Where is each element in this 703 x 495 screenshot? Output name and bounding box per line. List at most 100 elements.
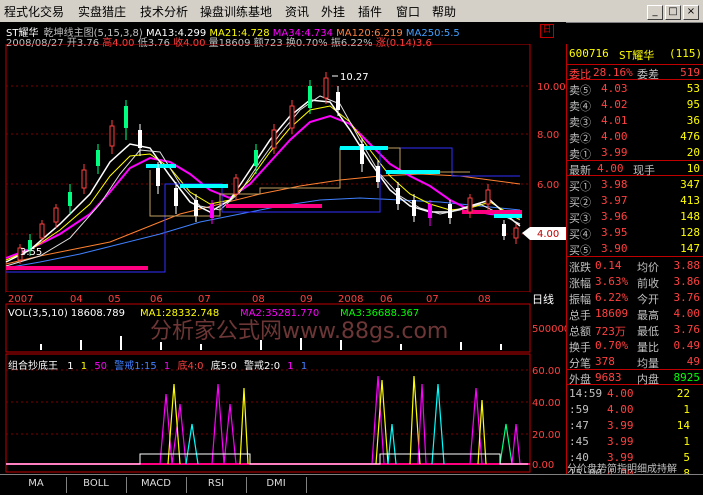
close-button[interactable]: × <box>683 5 699 20</box>
ind-v4: 1 <box>163 361 171 372</box>
stat-row: 涨跌 0.14 均价 3.88 <box>567 257 703 274</box>
buy-row: 买⑤ 3.90 147 <box>567 240 703 257</box>
stat-row: 总手 18609 最高 4.00 <box>567 305 703 322</box>
stat-value-2: 0.49 <box>673 339 701 352</box>
buy-row: 买④ 3.95 128 <box>567 224 703 241</box>
stat-row: 总额 723万 最低 3.76 <box>567 321 703 338</box>
tab-rsi[interactable]: RSI <box>186 478 246 489</box>
sell-row: 卖② 4.00 476 <box>567 128 703 145</box>
menu-plugin-ext[interactable]: 外挂 <box>321 3 345 20</box>
tick-time: :45 <box>569 435 589 448</box>
ind-v2: 1 <box>80 361 88 372</box>
tick-row: 14:59 4.00 22 <box>567 385 703 401</box>
stat-value-2: 3.76 <box>673 291 701 304</box>
waipan-value: 9683 <box>595 371 622 384</box>
buy-price: 3.97 <box>601 194 628 207</box>
buy-row: 买② 3.97 413 <box>567 192 703 209</box>
sell-price: 4.00 <box>601 130 628 143</box>
ind-v5: 1 <box>287 361 294 372</box>
time-axis-08: 08 <box>252 294 265 305</box>
menu-news[interactable]: 资讯 <box>285 3 309 20</box>
sell-row: 卖① 3.99 20 <box>567 144 703 161</box>
ind-v1: 1 <box>67 361 74 372</box>
tick-price: 3.99 <box>607 419 634 432</box>
min-price-label: 3.55 <box>20 247 42 258</box>
sell-volume: 53 <box>686 82 700 95</box>
buy-price: 3.96 <box>601 210 628 223</box>
stat-value-1: 18609 <box>595 307 629 320</box>
tab-boll[interactable]: BOLL <box>66 478 126 489</box>
menu-bar: 程式化交易 实盘猎庄 技术分析 操盘训练基地 资讯 外挂 插件 窗口 帮助 _ … <box>0 0 703 23</box>
time-axis-07b: 07 <box>426 294 439 305</box>
stat-value-2: 49 <box>686 355 700 368</box>
tick-volume: 1 <box>683 435 690 448</box>
menu-window[interactable]: 窗口 <box>396 3 420 20</box>
stock-num: (115) <box>669 47 703 60</box>
ind-header: 组合抄底王 1 1 50 警戒1:15 1 底4:0 底5:0 警戒2:0 1 … <box>8 357 307 372</box>
vol-ma2: MA2:35281.770 <box>240 308 319 319</box>
sell-row: 卖⑤ 4.03 53 <box>567 80 703 97</box>
vol-ma1: MA1:28332.748 <box>140 308 219 319</box>
menu-real-hunt[interactable]: 实盘猎庄 <box>78 3 126 20</box>
menu-help[interactable]: 帮助 <box>432 3 456 20</box>
stat-row: 分笔 378 均量 49 <box>567 353 703 370</box>
vol-axis-500000: 500000 <box>532 324 566 335</box>
tab-dmi[interactable]: DMI <box>246 478 306 489</box>
tick-volume: 14 <box>676 419 690 432</box>
tick-time: 14:59 <box>569 387 603 400</box>
stat-value-2: 3.76 <box>673 323 701 336</box>
buy-label: 买⑤ <box>569 244 591 257</box>
restore-button[interactable]: □ <box>665 5 681 20</box>
quote-panel: 600716 ST耀华 (115) 委比 28.16% 委差 519 卖⑤ 4.0… <box>566 44 703 480</box>
stats-block: 涨跌 0.14 均价 3.88 涨幅 3.63% 前收 3.86 振幅 6.22% 今开 3.76 总手… <box>567 256 703 370</box>
stat-value-2: 3.88 <box>673 259 701 272</box>
tab-ma[interactable]: MA <box>6 478 66 489</box>
tick-row: :47 3.99 14 <box>567 417 703 433</box>
time-axis-06b: 06 <box>380 294 393 305</box>
tick-volume: 1 <box>683 403 690 416</box>
watermark-text: 分析家公式网www.88gs.com <box>150 319 448 344</box>
buy-price: 3.95 <box>601 226 628 239</box>
panel-tabs[interactable]: 分价盘势简指明细成持解 <box>567 460 703 474</box>
xianshou-value: 10 <box>686 162 700 175</box>
tick-price: 3.99 <box>607 435 634 448</box>
sell-volume: 36 <box>686 114 700 127</box>
menu-plugins[interactable]: 插件 <box>358 3 382 20</box>
tick-price: 4.00 <box>607 387 634 400</box>
stat-value-2: 4.00 <box>673 307 701 320</box>
max-price-label: 10.27 <box>340 72 369 83</box>
price-axis-8: 8.00 <box>537 130 559 141</box>
time-axis-04: 04 <box>70 294 83 305</box>
period-label: 日线 <box>532 292 554 306</box>
sell-row: 卖④ 4.02 95 <box>567 96 703 113</box>
vol-header: VOL(3,5,10) 18608.789 <box>8 308 125 319</box>
current-price-marker: 4.00 <box>537 229 559 240</box>
menu-training[interactable]: 操盘训练基地 <box>200 3 272 20</box>
price-axis-6: 6.00 <box>537 180 559 191</box>
stat-value-1: 0.14 <box>595 259 622 272</box>
stat-value-1: 6.22% <box>595 291 629 304</box>
stat-value-1: 0.70% <box>595 339 629 352</box>
sell-volume: 476 <box>680 130 700 143</box>
minimize-button[interactable]: _ <box>647 5 663 20</box>
buy-book: 买① 3.98 347 买② 3.97 413 买③ 3.96 148 买④ 3.95 128 买⑤ 3.… <box>567 176 703 257</box>
buy-row: 买① 3.98 347 <box>567 176 703 193</box>
chart-area: 10.27 3.55 10.00 8.00 6.00 4.00 2007 04 … <box>0 43 570 474</box>
sell-price: 4.02 <box>601 98 628 111</box>
buy-volume: 413 <box>680 194 700 207</box>
menu-program-trade[interactable]: 程式化交易 <box>4 3 64 20</box>
tick-row: :45 3.99 1 <box>567 433 703 449</box>
ind-axis-20: 20.00 <box>532 430 561 441</box>
ind-bottom4: 底4:0 <box>177 361 204 372</box>
latest-price: 4.00 <box>597 162 624 175</box>
time-axis-2007: 2007 <box>8 294 33 305</box>
tick-time: :59 <box>569 403 589 416</box>
time-axis-08b: 08 <box>478 294 491 305</box>
tab-macd[interactable]: MACD <box>126 478 186 489</box>
buy-volume: 147 <box>680 242 700 255</box>
time-axis-06: 06 <box>150 294 163 305</box>
period-day-button[interactable]: 日 <box>540 24 554 38</box>
stock-code: 600716 <box>569 47 609 60</box>
menu-tech-analysis[interactable]: 技术分析 <box>140 3 188 20</box>
sell-volume: 20 <box>686 146 700 159</box>
